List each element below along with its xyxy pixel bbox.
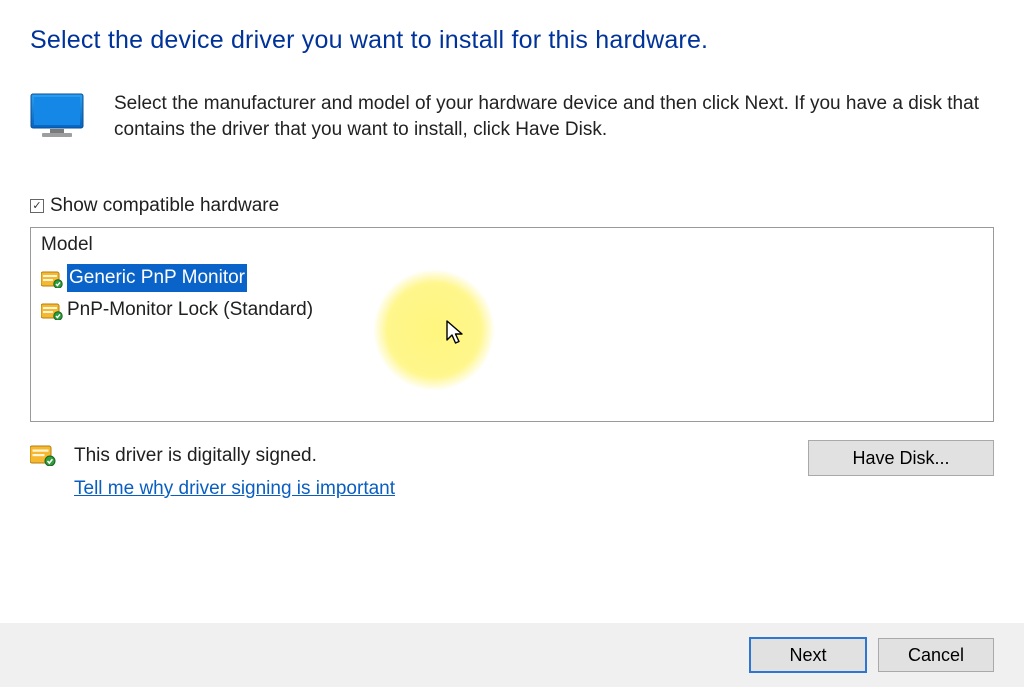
driver-signing-link[interactable]: Tell me why driver signing is important [74,478,395,499]
driver-select-dialog: Select the device driver you want to ins… [0,0,1024,687]
checkbox-icon [30,199,44,213]
signed-driver-icon [30,444,56,466]
model-item-pnp-lock[interactable]: PnP-Monitor Lock (Standard) [41,294,983,326]
have-disk-button[interactable]: Have Disk... [808,440,994,476]
show-compatible-checkbox[interactable]: Show compatible hardware [30,195,994,217]
checkbox-label: Show compatible hardware [50,195,279,217]
signed-driver-icon [41,269,63,287]
monitor-icon [30,93,88,141]
model-item-generic-pnp[interactable]: Generic PnP Monitor [41,262,983,294]
page-title: Select the device driver you want to ins… [30,26,994,55]
model-listbox[interactable]: Model Generic PnP Monitor [30,227,994,422]
model-item-label: Generic PnP Monitor [67,264,247,292]
dialog-footer: Next Cancel [0,623,1024,687]
next-button[interactable]: Next [750,638,866,672]
model-item-label: PnP-Monitor Lock (Standard) [67,296,313,324]
intro-text: Select the manufacturer and model of you… [114,91,994,143]
cancel-button[interactable]: Cancel [878,638,994,672]
intro-row: Select the manufacturer and model of you… [30,91,994,143]
signed-row: This driver is digitally signed. Tell me… [30,440,994,505]
signed-status-text: This driver is digitally signed. [74,440,395,472]
signed-driver-icon [41,301,63,319]
model-list-header: Model [41,234,983,256]
